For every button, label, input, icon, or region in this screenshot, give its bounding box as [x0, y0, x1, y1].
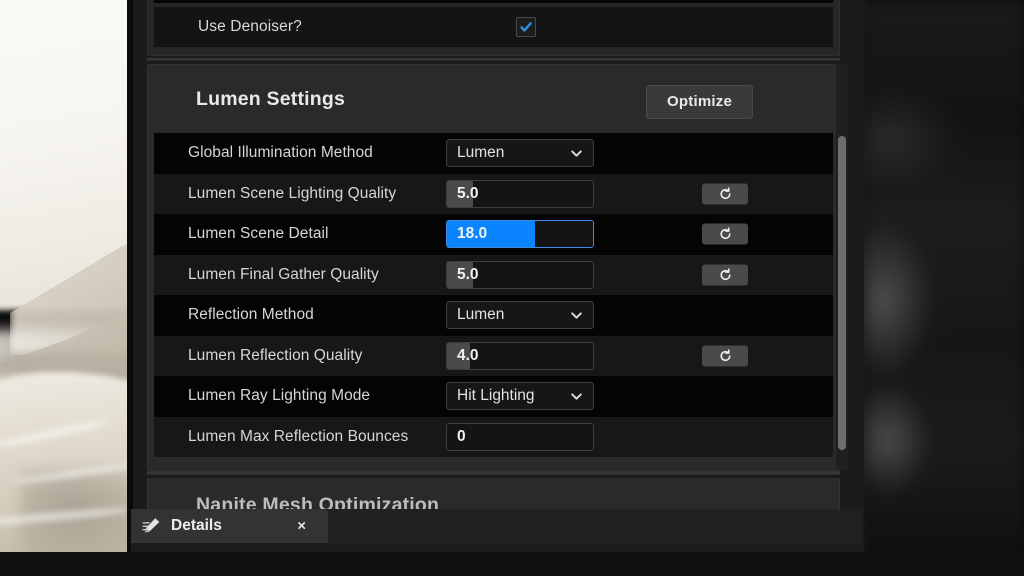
slider-value: 18.0 — [457, 225, 488, 243]
bottom-strip — [0, 552, 1024, 576]
row-label: Lumen Max Reflection Bounces — [188, 427, 409, 445]
dropdown-4[interactable]: Lumen — [446, 301, 594, 330]
number-value: 0 — [457, 427, 466, 445]
slider-1[interactable]: 5.0 — [446, 179, 594, 208]
tab-bar-empty-area — [328, 509, 862, 543]
slider-2[interactable]: 18.0 — [446, 220, 594, 249]
dropdown-value: Hit Lighting — [457, 387, 535, 405]
row-label: Use Denoiser? — [198, 18, 302, 35]
details-scrollbar-thumb[interactable] — [838, 136, 846, 450]
section-divider-bottom — [147, 472, 840, 475]
dropdown-value: Lumen — [457, 144, 505, 162]
close-icon[interactable]: × — [297, 519, 306, 534]
lumen-settings-card: Lumen Settings Optimize Global Illuminat… — [147, 64, 840, 472]
tab-details[interactable]: Details × — [131, 509, 328, 543]
row-use-denoiser[interactable]: Use Denoiser? — [154, 7, 833, 47]
chevron-down-icon — [570, 309, 582, 321]
optimize-button[interactable]: Optimize — [646, 85, 753, 119]
row-label: Lumen Ray Lighting Mode — [188, 387, 371, 405]
settings-rows: Global Illumination Method Lumen Lumen Sce… — [154, 133, 833, 457]
section-header: Lumen Settings Optimize — [148, 65, 839, 133]
settings-row[interactable]: Lumen Final Gather Quality 5.0 — [154, 254, 833, 295]
details-panel: Use Denoiser? Lumen Settings Optimize Gl… — [131, 0, 864, 553]
row-label: Lumen Final Gather Quality — [188, 265, 379, 283]
slider-5[interactable]: 4.0 — [446, 341, 594, 370]
reset-circular-arrow-icon[interactable] — [702, 183, 748, 205]
right-blurred-panel[interactable] — [862, 0, 1024, 552]
reset-circular-arrow-icon[interactable] — [702, 345, 748, 367]
row-label: Lumen Scene Lighting Quality — [188, 184, 397, 202]
settings-row[interactable]: Lumen Scene Lighting Quality 5.0 — [154, 173, 833, 214]
chevron-down-icon — [570, 390, 582, 402]
settings-row[interactable]: Reflection Method Lumen — [154, 295, 833, 336]
slider-value: 5.0 — [457, 184, 479, 202]
details-scrollbar-track[interactable] — [836, 64, 848, 470]
row-label: Global Illumination Method — [188, 144, 373, 162]
clipped-row-above — [154, 0, 833, 3]
pencil-edit-icon — [142, 517, 162, 535]
settings-row[interactable]: Lumen Reflection Quality 4.0 — [154, 335, 833, 376]
settings-row[interactable]: Lumen Ray Lighting Mode Hit Lighting — [154, 376, 833, 417]
reset-circular-arrow-icon[interactable] — [702, 264, 748, 286]
row-label: Lumen Reflection Quality — [188, 346, 363, 364]
use-denoiser-checkbox[interactable] — [516, 17, 536, 37]
number-field-7[interactable]: 0 — [446, 422, 594, 451]
checkmark-icon — [520, 22, 532, 32]
slider-value: 5.0 — [457, 265, 479, 283]
section-title: Lumen Settings — [196, 87, 346, 110]
chevron-down-icon — [570, 147, 582, 159]
screen-root: Use Denoiser? Lumen Settings Optimize Gl… — [0, 0, 1024, 576]
slider-3[interactable]: 5.0 — [446, 260, 594, 289]
dropdown-value: Lumen — [457, 306, 505, 324]
settings-row[interactable]: Global Illumination Method Lumen — [154, 133, 833, 174]
details-panel-content: Use Denoiser? Lumen Settings Optimize Gl… — [139, 0, 850, 553]
level-viewport[interactable] — [0, 0, 131, 552]
dropdown-0[interactable]: Lumen — [446, 139, 594, 168]
row-label: Reflection Method — [188, 306, 314, 324]
dropdown-6[interactable]: Hit Lighting — [446, 382, 594, 411]
settings-row[interactable]: Lumen Scene Detail 18.0 — [154, 214, 833, 255]
reset-circular-arrow-icon[interactable] — [702, 223, 748, 245]
row-label: Lumen Scene Detail — [188, 225, 329, 243]
slider-value: 4.0 — [457, 346, 479, 364]
section-divider-top — [147, 58, 840, 61]
settings-row[interactable]: Lumen Max Reflection Bounces 0 — [154, 416, 833, 457]
previous-section-card: Use Denoiser? — [147, 0, 840, 56]
tab-details-label: Details — [171, 517, 222, 534]
panel-tab-bar: Details × — [131, 509, 862, 552]
